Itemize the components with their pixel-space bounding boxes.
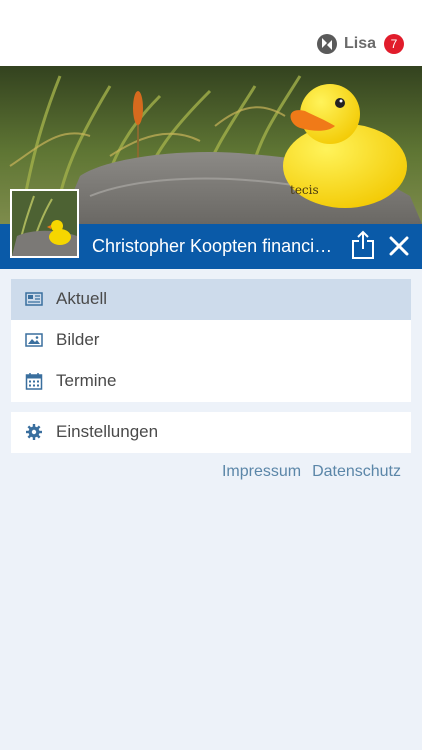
- menu-label: Aktuell: [56, 289, 108, 308]
- settings-menu: Einstellungen: [11, 412, 411, 453]
- menu-label: Termine: [56, 371, 117, 390]
- app-logo-icon: [316, 34, 337, 54]
- notification-badge[interactable]: 7: [384, 34, 404, 54]
- menu-item-aktuell[interactable]: Aktuell: [11, 279, 411, 320]
- share-icon[interactable]: [350, 230, 376, 260]
- image-icon: [25, 333, 43, 347]
- footer-links: Impressum Datenschutz: [222, 463, 401, 481]
- thumbnail-image: [10, 189, 79, 258]
- impressum-link[interactable]: Impressum: [222, 463, 301, 481]
- user-name: Lisa: [343, 35, 376, 52]
- newspaper-icon: [25, 292, 43, 306]
- menu-item-termine[interactable]: Termine: [11, 361, 411, 402]
- menu-item-einstellungen[interactable]: Einstellungen: [11, 412, 411, 453]
- duck-imprint: tecis: [290, 183, 319, 197]
- calendar-icon: [25, 373, 43, 390]
- main-menu: Aktuell Bilder Termine: [11, 279, 411, 402]
- datenschutz-link[interactable]: Datenschutz: [312, 463, 401, 481]
- menu-label: Bilder: [56, 330, 100, 349]
- menu-item-bilder[interactable]: Bilder: [11, 320, 411, 361]
- close-icon[interactable]: [387, 234, 411, 258]
- menu-label: Einstellungen: [56, 422, 159, 441]
- gear-icon: [26, 424, 42, 440]
- page-title: Christopher Koopten financial...: [92, 236, 342, 256]
- top-bar: Lisa 7: [0, 0, 422, 66]
- user-menu[interactable]: Lisa 7: [316, 32, 404, 56]
